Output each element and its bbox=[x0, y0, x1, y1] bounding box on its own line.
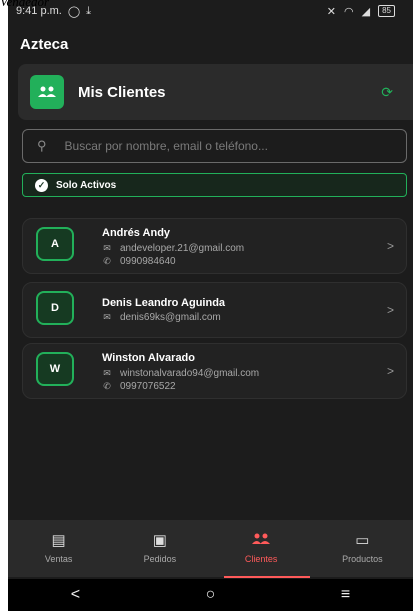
search-icon: ⚲ bbox=[37, 138, 47, 153]
client-phone-row: ✆ 0990984640 bbox=[102, 256, 176, 267]
download-icon: ⤓ bbox=[86, 4, 92, 17]
status-bar: 9:41 p.m. ◯ ⤓ ✕ ◠ ◢ 85 bbox=[8, 0, 413, 22]
avatar: A bbox=[36, 227, 74, 261]
battery-icon: 85 bbox=[378, 5, 395, 17]
box-icon: ▭ bbox=[355, 532, 370, 549]
filter-label: Solo Activos bbox=[56, 179, 117, 191]
refresh-icon[interactable]: ⟳ bbox=[381, 84, 393, 101]
client-card[interactable]: A Andrés Andy ✉ andeveloper.21@gmail.com… bbox=[22, 218, 407, 274]
client-email: andeveloper.21@gmail.com bbox=[120, 243, 245, 254]
chevron-right-icon: > bbox=[386, 239, 394, 253]
chevron-right-icon: > bbox=[386, 303, 394, 317]
clients-header-icon bbox=[30, 75, 64, 109]
client-card[interactable]: W Winston Alvarado ✉ winstonalvarado94@g… bbox=[22, 343, 407, 399]
signal-icon: ◢ bbox=[361, 5, 371, 18]
tab-productos[interactable]: ▭ Productos bbox=[312, 520, 413, 577]
tab-pedidos-label: Pedidos bbox=[143, 554, 177, 564]
client-email-row: ✉ winstonalvarado94@gmail.com bbox=[102, 368, 259, 379]
client-phone-row: ✆ 0997076522 bbox=[102, 381, 176, 392]
receipt-icon: ▤ bbox=[51, 532, 66, 549]
mail-icon: ✉ bbox=[103, 312, 111, 322]
people-icon bbox=[38, 86, 56, 97]
whatsapp-icon: ◯ bbox=[67, 5, 81, 18]
client-card[interactable]: D Denis Leandro Aguinda ✉ denis69ks@gmai… bbox=[22, 282, 407, 338]
tab-ventas-label: Ventas bbox=[44, 554, 73, 564]
mute-icon: ✕ bbox=[326, 5, 337, 18]
chevron-right-icon: > bbox=[386, 364, 394, 378]
search-placeholder: Buscar por nombre, email o teléfono... bbox=[64, 139, 268, 153]
mail-icon: ✉ bbox=[103, 368, 111, 378]
mail-icon: ✉ bbox=[103, 243, 111, 253]
phone-screen: 9:41 p.m. ◯ ⤓ ✕ ◠ ◢ 85 Azteca Mis Client… bbox=[8, 0, 413, 611]
clients-header: Mis Clientes ⟳ bbox=[18, 64, 413, 120]
client-phone: 0990984640 bbox=[120, 256, 176, 267]
system-nav-bar: < ○ ≡ bbox=[8, 579, 413, 611]
client-email: winstonalvarado94@gmail.com bbox=[120, 368, 260, 379]
phone-icon: ✆ bbox=[103, 256, 111, 266]
vendedor-label: Vendedor bbox=[0, 0, 50, 9]
client-name: Andrés Andy bbox=[102, 227, 171, 239]
tab-pedidos[interactable]: ▣ Pedidos bbox=[109, 520, 210, 577]
home-icon[interactable]: ○ bbox=[206, 586, 216, 604]
filter-active-toggle[interactable]: ✓ Solo Activos bbox=[22, 173, 407, 197]
search-input[interactable]: ⚲ Buscar por nombre, email o teléfono... bbox=[22, 129, 407, 163]
phone-icon: ✆ bbox=[103, 381, 111, 391]
client-name: Denis Leandro Aguinda bbox=[102, 297, 226, 309]
avatar: D bbox=[36, 291, 74, 325]
tab-ventas[interactable]: ▤ Ventas bbox=[8, 520, 109, 577]
client-email: denis69ks@gmail.com bbox=[120, 312, 221, 323]
tab-clientes[interactable]: Clientes bbox=[211, 520, 312, 577]
client-email-row: ✉ denis69ks@gmail.com bbox=[102, 312, 221, 323]
client-phone: 0997076522 bbox=[120, 381, 176, 392]
tab-productos-label: Productos bbox=[342, 554, 383, 564]
client-email-row: ✉ andeveloper.21@gmail.com bbox=[102, 243, 244, 254]
client-name: Winston Alvarado bbox=[102, 352, 196, 364]
bottom-nav: ▤ Ventas ▣ Pedidos Clientes ▭ Productos bbox=[8, 520, 413, 577]
menu-icon[interactable]: ≡ bbox=[341, 586, 350, 604]
avatar: W bbox=[36, 352, 74, 386]
check-circle-icon: ✓ bbox=[35, 178, 48, 192]
wifi-icon: ◠ bbox=[344, 5, 354, 18]
people-icon bbox=[252, 533, 271, 548]
active-tab-indicator bbox=[224, 576, 310, 578]
back-icon[interactable]: < bbox=[71, 586, 80, 604]
page-title: Mis Clientes bbox=[78, 83, 166, 101]
app-title: Azteca bbox=[20, 36, 69, 53]
tab-clientes-label: Clientes bbox=[244, 554, 278, 564]
clipboard-icon: ▣ bbox=[152, 532, 167, 549]
